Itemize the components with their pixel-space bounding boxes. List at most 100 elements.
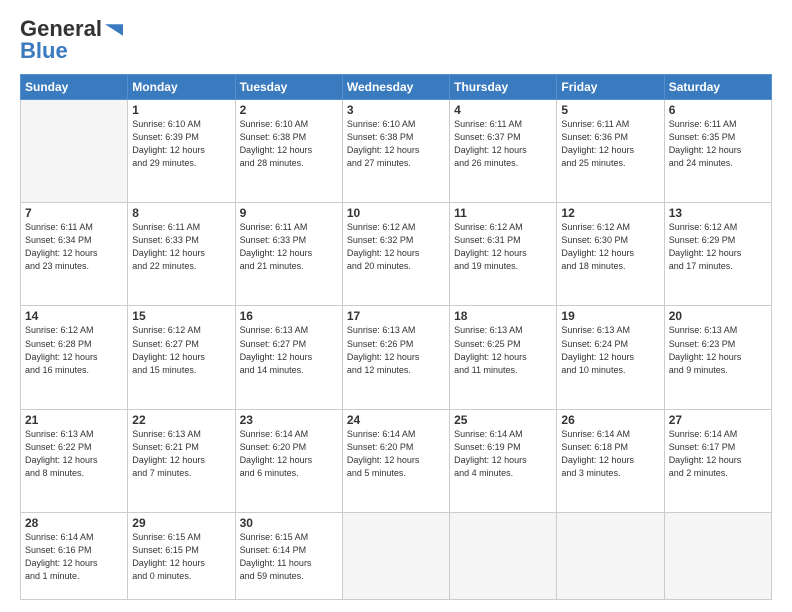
day-number: 18 [454,309,552,323]
calendar-cell: 9Sunrise: 6:11 AM Sunset: 6:33 PM Daylig… [235,203,342,306]
day-info: Sunrise: 6:12 AM Sunset: 6:28 PM Dayligh… [25,324,123,376]
calendar-cell [450,512,557,599]
calendar-cell: 6Sunrise: 6:11 AM Sunset: 6:35 PM Daylig… [664,100,771,203]
weekday-header: Friday [557,75,664,100]
calendar-cell: 2Sunrise: 6:10 AM Sunset: 6:38 PM Daylig… [235,100,342,203]
day-number: 28 [25,516,123,530]
day-info: Sunrise: 6:13 AM Sunset: 6:27 PM Dayligh… [240,324,338,376]
calendar-cell: 16Sunrise: 6:13 AM Sunset: 6:27 PM Dayli… [235,306,342,409]
day-number: 23 [240,413,338,427]
day-number: 5 [561,103,659,117]
day-number: 27 [669,413,767,427]
weekday-header: Tuesday [235,75,342,100]
calendar-cell: 18Sunrise: 6:13 AM Sunset: 6:25 PM Dayli… [450,306,557,409]
calendar-cell: 28Sunrise: 6:14 AM Sunset: 6:16 PM Dayli… [21,512,128,599]
logo-arrow-icon [105,24,123,36]
calendar-cell: 19Sunrise: 6:13 AM Sunset: 6:24 PM Dayli… [557,306,664,409]
calendar-cell: 5Sunrise: 6:11 AM Sunset: 6:36 PM Daylig… [557,100,664,203]
day-number: 3 [347,103,445,117]
calendar-cell: 13Sunrise: 6:12 AM Sunset: 6:29 PM Dayli… [664,203,771,306]
calendar-cell: 21Sunrise: 6:13 AM Sunset: 6:22 PM Dayli… [21,409,128,512]
day-info: Sunrise: 6:14 AM Sunset: 6:16 PM Dayligh… [25,531,123,583]
calendar-cell: 7Sunrise: 6:11 AM Sunset: 6:34 PM Daylig… [21,203,128,306]
day-info: Sunrise: 6:15 AM Sunset: 6:14 PM Dayligh… [240,531,338,583]
day-info: Sunrise: 6:11 AM Sunset: 6:37 PM Dayligh… [454,118,552,170]
calendar-cell [664,512,771,599]
day-info: Sunrise: 6:12 AM Sunset: 6:32 PM Dayligh… [347,221,445,273]
calendar-cell: 23Sunrise: 6:14 AM Sunset: 6:20 PM Dayli… [235,409,342,512]
day-number: 19 [561,309,659,323]
day-number: 2 [240,103,338,117]
calendar-cell [342,512,449,599]
day-number: 9 [240,206,338,220]
day-info: Sunrise: 6:10 AM Sunset: 6:39 PM Dayligh… [132,118,230,170]
day-number: 11 [454,206,552,220]
calendar-table: SundayMondayTuesdayWednesdayThursdayFrid… [20,74,772,600]
day-info: Sunrise: 6:15 AM Sunset: 6:15 PM Dayligh… [132,531,230,583]
day-number: 13 [669,206,767,220]
day-number: 20 [669,309,767,323]
day-number: 8 [132,206,230,220]
header: General Blue [20,16,772,64]
day-number: 22 [132,413,230,427]
day-number: 29 [132,516,230,530]
day-number: 16 [240,309,338,323]
calendar-cell: 14Sunrise: 6:12 AM Sunset: 6:28 PM Dayli… [21,306,128,409]
weekday-header: Wednesday [342,75,449,100]
day-info: Sunrise: 6:13 AM Sunset: 6:26 PM Dayligh… [347,324,445,376]
day-info: Sunrise: 6:13 AM Sunset: 6:23 PM Dayligh… [669,324,767,376]
day-info: Sunrise: 6:13 AM Sunset: 6:25 PM Dayligh… [454,324,552,376]
day-number: 25 [454,413,552,427]
day-number: 24 [347,413,445,427]
day-info: Sunrise: 6:14 AM Sunset: 6:20 PM Dayligh… [347,428,445,480]
calendar-cell: 30Sunrise: 6:15 AM Sunset: 6:14 PM Dayli… [235,512,342,599]
day-info: Sunrise: 6:11 AM Sunset: 6:33 PM Dayligh… [240,221,338,273]
weekday-header: Saturday [664,75,771,100]
day-info: Sunrise: 6:14 AM Sunset: 6:17 PM Dayligh… [669,428,767,480]
day-number: 17 [347,309,445,323]
calendar-cell [21,100,128,203]
calendar-cell: 10Sunrise: 6:12 AM Sunset: 6:32 PM Dayli… [342,203,449,306]
day-info: Sunrise: 6:11 AM Sunset: 6:33 PM Dayligh… [132,221,230,273]
calendar-cell: 1Sunrise: 6:10 AM Sunset: 6:39 PM Daylig… [128,100,235,203]
logo-blue-text: Blue [20,38,68,64]
day-info: Sunrise: 6:10 AM Sunset: 6:38 PM Dayligh… [347,118,445,170]
calendar-cell: 24Sunrise: 6:14 AM Sunset: 6:20 PM Dayli… [342,409,449,512]
day-info: Sunrise: 6:14 AM Sunset: 6:19 PM Dayligh… [454,428,552,480]
day-number: 14 [25,309,123,323]
calendar-cell: 27Sunrise: 6:14 AM Sunset: 6:17 PM Dayli… [664,409,771,512]
day-number: 4 [454,103,552,117]
day-info: Sunrise: 6:10 AM Sunset: 6:38 PM Dayligh… [240,118,338,170]
day-info: Sunrise: 6:12 AM Sunset: 6:30 PM Dayligh… [561,221,659,273]
day-info: Sunrise: 6:13 AM Sunset: 6:22 PM Dayligh… [25,428,123,480]
calendar-cell: 12Sunrise: 6:12 AM Sunset: 6:30 PM Dayli… [557,203,664,306]
day-number: 6 [669,103,767,117]
calendar-cell: 8Sunrise: 6:11 AM Sunset: 6:33 PM Daylig… [128,203,235,306]
day-info: Sunrise: 6:14 AM Sunset: 6:20 PM Dayligh… [240,428,338,480]
weekday-header: Monday [128,75,235,100]
day-info: Sunrise: 6:11 AM Sunset: 6:35 PM Dayligh… [669,118,767,170]
day-info: Sunrise: 6:14 AM Sunset: 6:18 PM Dayligh… [561,428,659,480]
calendar-cell: 11Sunrise: 6:12 AM Sunset: 6:31 PM Dayli… [450,203,557,306]
day-number: 7 [25,206,123,220]
calendar-cell: 20Sunrise: 6:13 AM Sunset: 6:23 PM Dayli… [664,306,771,409]
day-info: Sunrise: 6:11 AM Sunset: 6:34 PM Dayligh… [25,221,123,273]
calendar-cell: 29Sunrise: 6:15 AM Sunset: 6:15 PM Dayli… [128,512,235,599]
day-number: 10 [347,206,445,220]
day-info: Sunrise: 6:13 AM Sunset: 6:24 PM Dayligh… [561,324,659,376]
calendar-cell: 22Sunrise: 6:13 AM Sunset: 6:21 PM Dayli… [128,409,235,512]
day-number: 30 [240,516,338,530]
weekday-header: Sunday [21,75,128,100]
day-info: Sunrise: 6:11 AM Sunset: 6:36 PM Dayligh… [561,118,659,170]
day-info: Sunrise: 6:13 AM Sunset: 6:21 PM Dayligh… [132,428,230,480]
day-info: Sunrise: 6:12 AM Sunset: 6:27 PM Dayligh… [132,324,230,376]
calendar-cell: 25Sunrise: 6:14 AM Sunset: 6:19 PM Dayli… [450,409,557,512]
calendar-cell: 15Sunrise: 6:12 AM Sunset: 6:27 PM Dayli… [128,306,235,409]
calendar-cell: 17Sunrise: 6:13 AM Sunset: 6:26 PM Dayli… [342,306,449,409]
logo: General Blue [20,16,123,64]
day-number: 12 [561,206,659,220]
page: General Blue SundayMondayTuesdayWednesda… [0,0,792,612]
calendar-cell [557,512,664,599]
calendar-cell: 4Sunrise: 6:11 AM Sunset: 6:37 PM Daylig… [450,100,557,203]
day-info: Sunrise: 6:12 AM Sunset: 6:31 PM Dayligh… [454,221,552,273]
